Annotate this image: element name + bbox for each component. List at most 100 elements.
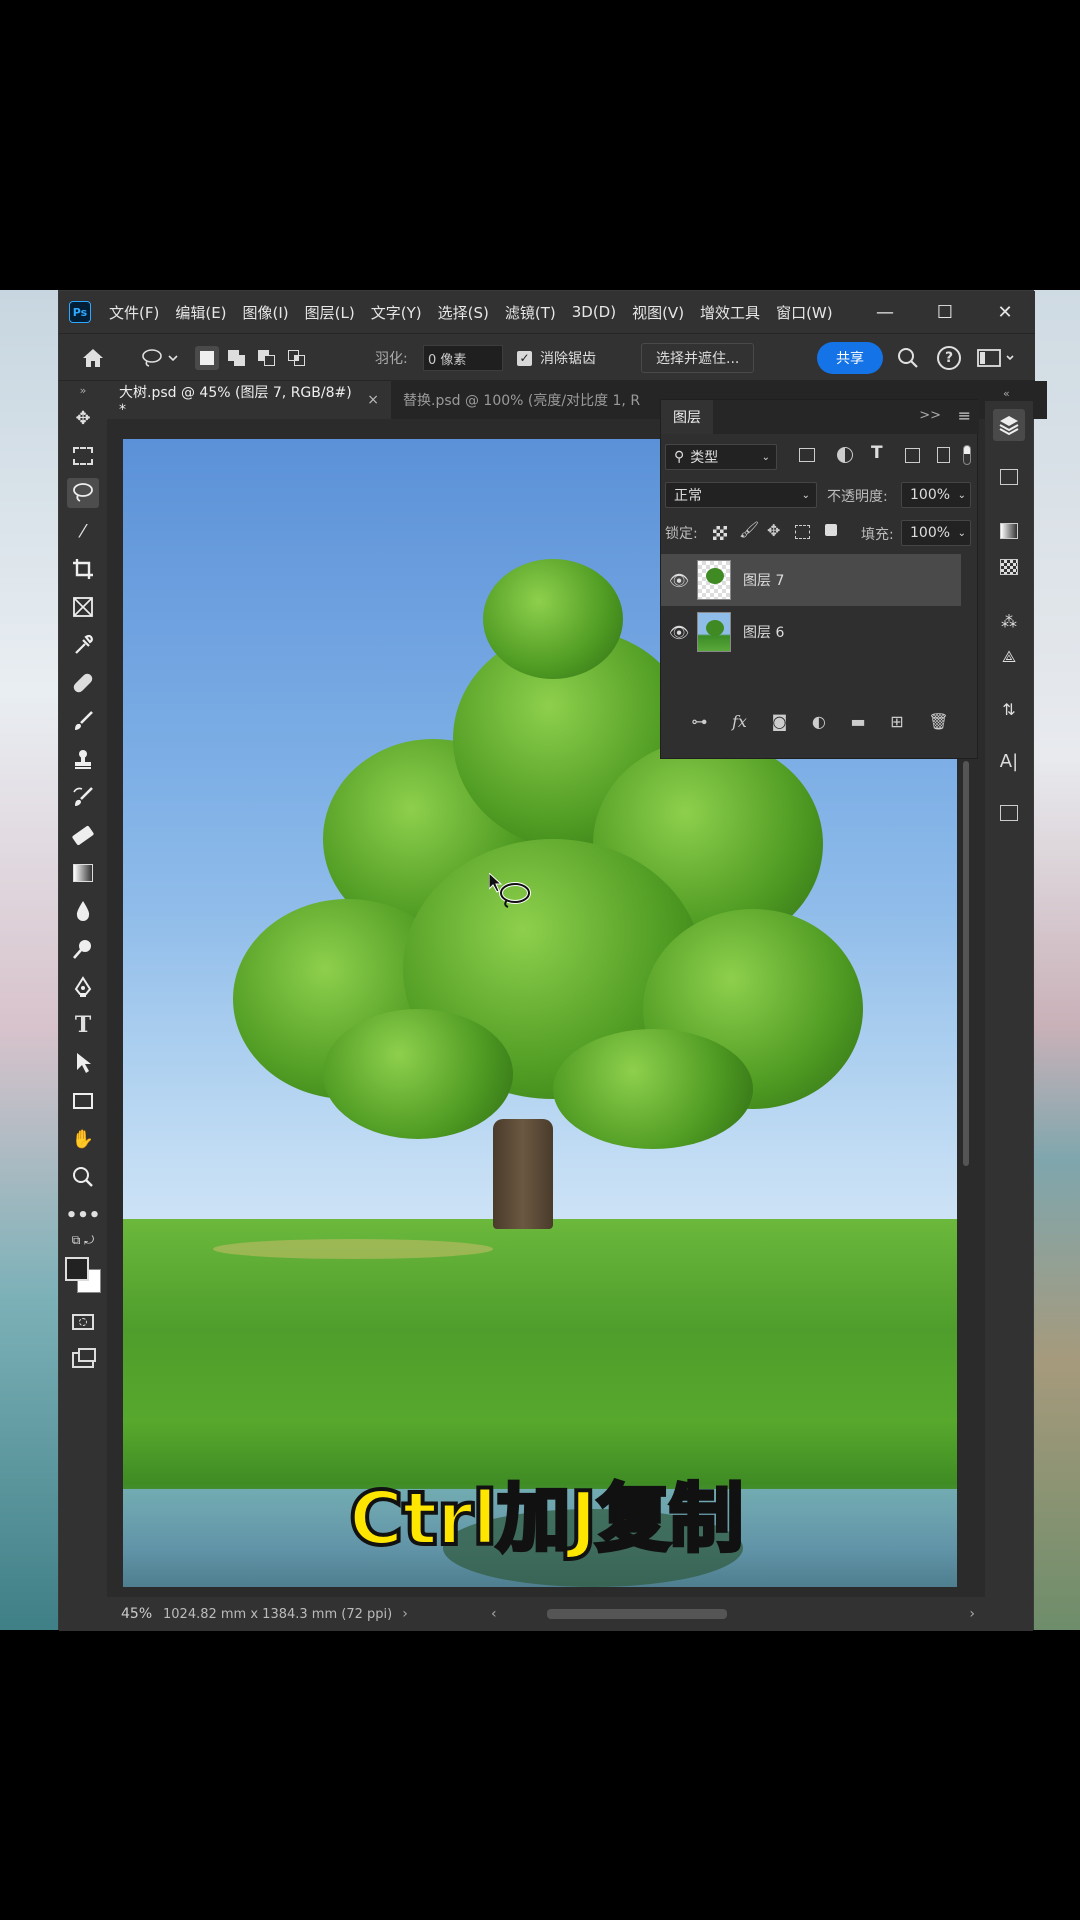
collapse-dock-icon[interactable]: « bbox=[1003, 387, 1010, 400]
lock-paint-icon[interactable]: 🖌 bbox=[739, 520, 759, 539]
zoom-tool-icon[interactable] bbox=[67, 1162, 99, 1192]
share-button[interactable]: 共享 bbox=[817, 342, 883, 374]
magic-wand-tool-icon[interactable]: ⁄ bbox=[67, 516, 99, 546]
stamp-tool-icon[interactable] bbox=[67, 744, 99, 774]
scroll-left-icon[interactable]: ‹ bbox=[491, 1606, 497, 1622]
menu-filter[interactable]: 滤镜(T) bbox=[497, 302, 564, 323]
close-tab-icon[interactable]: × bbox=[367, 392, 379, 408]
menu-view[interactable]: 视图(V) bbox=[624, 302, 692, 323]
link-layers-icon[interactable]: ⊶ bbox=[691, 712, 707, 731]
character-dock-icon[interactable]: A| bbox=[993, 745, 1025, 777]
filter-smart-object-icon[interactable] bbox=[937, 447, 950, 463]
healing-brush-tool-icon[interactable] bbox=[67, 668, 99, 698]
new-adjustment-layer-icon[interactable]: ◐ bbox=[812, 712, 826, 731]
close-button[interactable]: ✕ bbox=[975, 291, 1035, 333]
lock-artboard-icon[interactable] bbox=[795, 525, 810, 539]
screen-mode-icon[interactable] bbox=[67, 1345, 99, 1375]
quick-mask-icon[interactable] bbox=[67, 1307, 99, 1337]
fill-input[interactable]: 100% ⌄ bbox=[901, 520, 971, 546]
intersect-selection-icon[interactable] bbox=[285, 346, 309, 370]
foreground-color-swatch[interactable] bbox=[65, 1257, 89, 1281]
channels-dock-icon[interactable]: ⁂ bbox=[993, 605, 1025, 637]
horizontal-scroll-thumb[interactable] bbox=[547, 1609, 727, 1619]
scroll-thumb[interactable] bbox=[963, 761, 969, 1166]
tab-dashu[interactable]: 大树.psd @ 45% (图层 7, RGB/8#) * × bbox=[107, 381, 391, 419]
tab-tihuan[interactable]: 替换.psd @ 100% (亮度/对比度 1, R bbox=[391, 381, 691, 419]
new-layer-icon[interactable]: ⊞ bbox=[890, 712, 903, 731]
new-group-icon[interactable]: ▬ bbox=[850, 712, 865, 731]
frame-tool-icon[interactable] bbox=[67, 592, 99, 622]
fx-icon[interactable]: fx bbox=[732, 712, 747, 731]
gradient-tool-icon[interactable] bbox=[67, 858, 99, 888]
swap-colors-icon[interactable]: ⧉ ⤾ bbox=[67, 1229, 99, 1251]
eyedropper-tool-icon[interactable] bbox=[67, 630, 99, 660]
menu-3d[interactable]: 3D(D) bbox=[564, 303, 624, 321]
filter-toggle-switch[interactable] bbox=[963, 445, 971, 465]
brush-tool-icon[interactable] bbox=[67, 706, 99, 736]
visibility-eye-icon[interactable]: 👁 bbox=[661, 571, 697, 590]
history-dock-icon[interactable]: ⇅ bbox=[993, 693, 1025, 725]
type-tool-icon[interactable]: T bbox=[67, 1010, 99, 1040]
scroll-right-icon[interactable]: › bbox=[969, 1606, 975, 1622]
color-swatches[interactable] bbox=[65, 1257, 101, 1293]
filter-pixel-icon[interactable] bbox=[799, 448, 815, 462]
menu-layer[interactable]: 图层(L) bbox=[297, 302, 363, 323]
move-tool-icon[interactable]: ✥ bbox=[67, 403, 99, 433]
more-tools-icon[interactable]: ••• bbox=[66, 1200, 101, 1230]
expand-panel-icon[interactable]: >> bbox=[919, 408, 941, 423]
home-icon[interactable] bbox=[81, 334, 105, 382]
rectangle-tool-icon[interactable] bbox=[67, 1086, 99, 1116]
lasso-preset-icon[interactable] bbox=[141, 334, 181, 382]
gradients-dock-icon[interactable] bbox=[993, 515, 1025, 547]
path-selection-tool-icon[interactable] bbox=[67, 1048, 99, 1078]
menu-plugins[interactable]: 增效工具 bbox=[692, 302, 768, 323]
subtract-selection-icon[interactable] bbox=[255, 346, 279, 370]
feather-input[interactable]: 0 像素 bbox=[423, 345, 503, 371]
maximize-button[interactable]: ☐ bbox=[915, 291, 975, 333]
visibility-eye-icon[interactable]: 👁 bbox=[661, 623, 697, 642]
lock-move-icon[interactable]: ✥ bbox=[767, 521, 780, 540]
filter-shape-icon[interactable] bbox=[905, 448, 920, 463]
history-brush-tool-icon[interactable] bbox=[67, 782, 99, 812]
help-icon[interactable]: ? bbox=[937, 334, 961, 382]
add-mask-icon[interactable]: ◙ bbox=[772, 712, 788, 731]
vertical-scrollbar[interactable] bbox=[961, 761, 971, 1581]
antialias-checkbox[interactable]: ✓ 消除锯齿 bbox=[517, 334, 596, 382]
add-selection-icon[interactable] bbox=[225, 346, 249, 370]
document-info[interactable]: 1024.82 mm x 1384.3 mm (72 ppi) bbox=[157, 1607, 392, 1622]
blur-tool-icon[interactable] bbox=[67, 896, 99, 926]
minimize-button[interactable]: — bbox=[855, 291, 915, 333]
menu-select[interactable]: 选择(S) bbox=[430, 302, 497, 323]
blend-mode-dropdown[interactable]: 正常 ⌄ bbox=[665, 482, 817, 508]
properties-dock-icon[interactable] bbox=[993, 797, 1025, 829]
collapse-toolbar-icon[interactable]: » bbox=[67, 381, 99, 399]
filter-adjustment-icon[interactable] bbox=[837, 447, 853, 463]
layers-dock-icon[interactable] bbox=[993, 409, 1025, 441]
search-icon[interactable] bbox=[897, 334, 919, 382]
chevron-right-icon[interactable]: › bbox=[402, 1606, 408, 1622]
marquee-tool-icon[interactable] bbox=[67, 441, 99, 471]
opacity-input[interactable]: 100% ⌄ bbox=[901, 482, 971, 508]
menu-image[interactable]: 图像(I) bbox=[235, 302, 297, 323]
lock-all-icon[interactable] bbox=[825, 524, 837, 536]
crop-tool-icon[interactable] bbox=[67, 554, 99, 584]
paths-dock-icon[interactable]: ⟁ bbox=[993, 641, 1025, 673]
panel-menu-icon[interactable]: ≡ bbox=[958, 406, 971, 425]
dodge-tool-icon[interactable] bbox=[67, 934, 99, 964]
workspace-icon[interactable] bbox=[977, 334, 1017, 382]
lock-transparent-icon[interactable] bbox=[713, 526, 727, 540]
swatches-dock-icon[interactable] bbox=[993, 551, 1025, 583]
hand-tool-icon[interactable]: ✋ bbox=[67, 1124, 99, 1154]
menu-type[interactable]: 文字(Y) bbox=[363, 302, 430, 323]
eraser-tool-icon[interactable] bbox=[67, 820, 99, 850]
delete-layer-icon[interactable]: 🗑 bbox=[928, 712, 948, 731]
tab-layers[interactable]: 图层 bbox=[661, 400, 713, 434]
new-selection-icon[interactable] bbox=[195, 346, 219, 370]
layer-row-7[interactable]: 👁 图层 7 bbox=[661, 554, 961, 606]
filter-type-icon[interactable]: T bbox=[871, 443, 883, 463]
zoom-level[interactable]: 45% bbox=[107, 1606, 157, 1622]
menu-edit[interactable]: 编辑(E) bbox=[167, 302, 234, 323]
libraries-dock-icon[interactable] bbox=[993, 461, 1025, 493]
filter-kind-dropdown[interactable]: ⚲ 类型 ⌄ bbox=[665, 444, 777, 470]
select-and-mask-button[interactable]: 选择并遮住... bbox=[641, 343, 755, 373]
